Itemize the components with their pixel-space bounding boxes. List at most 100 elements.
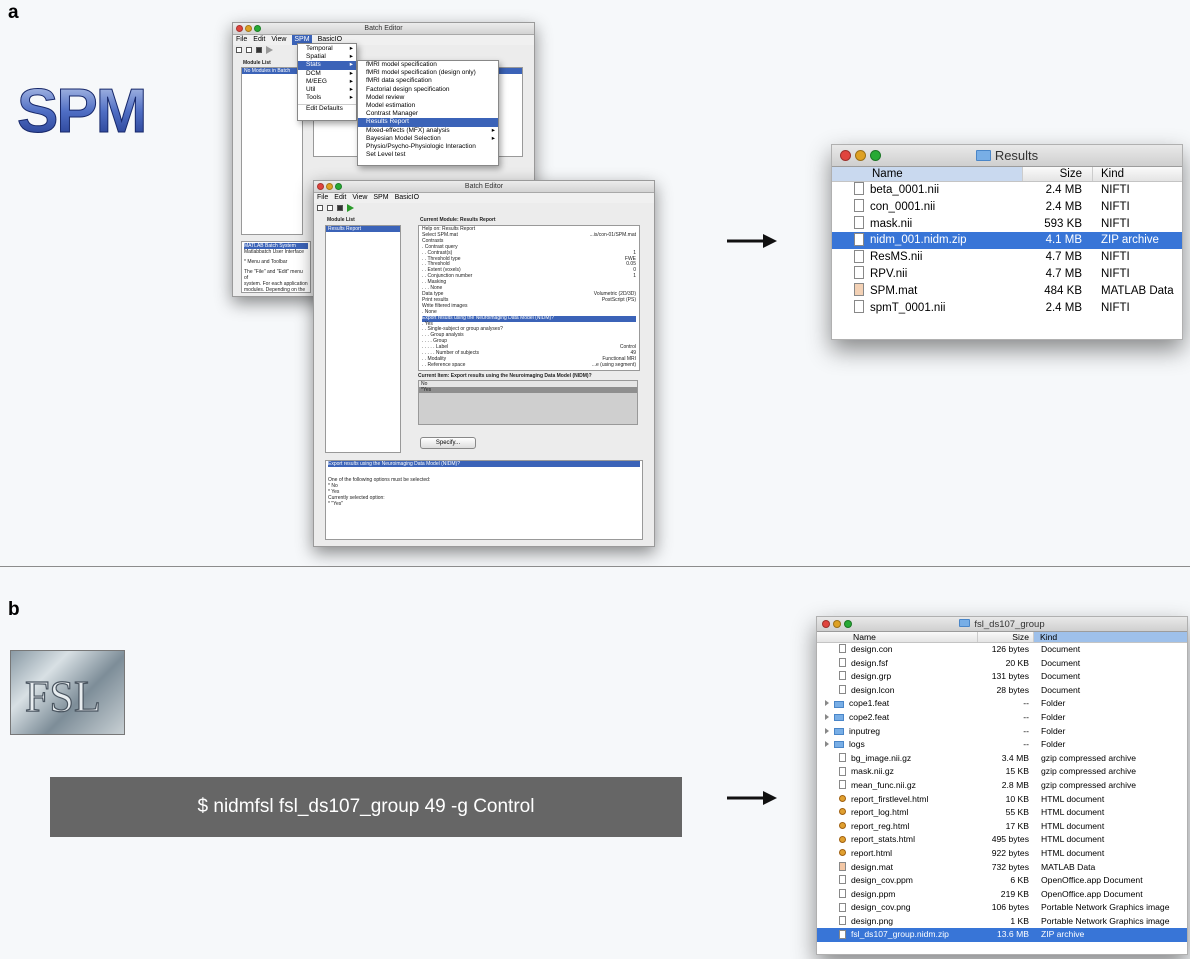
column-header-name[interactable]: Name bbox=[832, 167, 1022, 181]
matlab-file-icon bbox=[854, 283, 864, 297]
spm-menu-item[interactable]: M/EEG ▸ bbox=[298, 78, 356, 86]
minimize-icon[interactable] bbox=[855, 150, 866, 161]
file-row[interactable]: mask.nii.gz 15 KB gzip compressed archive bbox=[817, 765, 1187, 779]
zoom-icon[interactable] bbox=[254, 25, 261, 32]
file-row[interactable]: fsl_ds107_group.nidm.zip 13.6 MB ZIP archi… bbox=[817, 928, 1187, 943]
menu-edit[interactable]: Edit bbox=[253, 35, 265, 45]
folder-row[interactable]: inputreg -- Folder bbox=[817, 725, 1187, 739]
stats-menu-item[interactable]: fMRI model specification bbox=[358, 61, 498, 69]
stats-menu-item[interactable]: Contrast Manager bbox=[358, 110, 498, 118]
file-size: 15 KB bbox=[1005, 766, 1029, 777]
folder-row[interactable]: logs -- Folder bbox=[817, 738, 1187, 752]
spm-menu-item[interactable]: Temporal ▸ bbox=[298, 45, 356, 53]
column-header-kind[interactable]: Kind bbox=[1033, 632, 1187, 642]
file-row[interactable]: design_cov.png 106 bytes Portable Network … bbox=[817, 901, 1187, 915]
file-row[interactable]: design.mat 732 bytes MATLAB Data bbox=[817, 861, 1187, 875]
file-row[interactable]: design.png 1 KB Portable Network Graphics … bbox=[817, 915, 1187, 929]
option-item-selected[interactable]: *Yes bbox=[419, 387, 637, 393]
menu-basicio[interactable]: BasicIO bbox=[395, 193, 420, 203]
close-icon[interactable] bbox=[317, 183, 324, 190]
new-icon[interactable] bbox=[317, 205, 323, 211]
file-row[interactable]: design.ppm 219 KB OpenOffice.app Document bbox=[817, 888, 1187, 902]
menu-file[interactable]: File bbox=[317, 193, 328, 203]
file-row[interactable]: nidm_001.nidm.zip 4.1 MB ZIP archive bbox=[832, 232, 1182, 250]
file-row[interactable]: report.html 922 bytes HTML document bbox=[817, 847, 1187, 861]
stats-menu-item[interactable]: fMRI data specification bbox=[358, 77, 498, 85]
close-icon[interactable] bbox=[840, 150, 851, 161]
minimize-icon[interactable] bbox=[245, 25, 252, 32]
file-row[interactable]: mean_func.nii.gz 2.8 MB gzip compressed ar… bbox=[817, 779, 1187, 793]
file-row[interactable]: SPM.mat 484 KB MATLAB Data bbox=[832, 283, 1182, 300]
stats-menu-item[interactable]: Bayesian Model Selection ▸ bbox=[358, 135, 498, 143]
zoom-icon[interactable] bbox=[335, 183, 342, 190]
stats-menu-item[interactable]: Mixed-effects (MFX) analysis ▸ bbox=[358, 127, 498, 135]
file-row[interactable]: con_0001.nii 2.4 MB NIFTI bbox=[832, 199, 1182, 216]
spm-menu-item[interactable]: Spatial ▸ bbox=[298, 53, 356, 61]
spm-menu-item[interactable]: Edit Defaults bbox=[298, 104, 356, 113]
module-settings-list[interactable]: Help on: Results Report Select SPM.mat...… bbox=[418, 225, 640, 371]
save-icon[interactable] bbox=[256, 47, 262, 53]
open-icon[interactable] bbox=[246, 47, 252, 53]
menu-edit[interactable]: Edit bbox=[334, 193, 346, 203]
close-icon[interactable] bbox=[236, 25, 243, 32]
file-row[interactable]: RPV.nii 4.7 MB NIFTI bbox=[832, 266, 1182, 283]
module-list[interactable]: Results Report bbox=[325, 225, 401, 453]
stats-menu-item[interactable]: Model estimation bbox=[358, 102, 498, 110]
file-row[interactable]: design.lcon 28 bytes Document bbox=[817, 684, 1187, 698]
stats-menu-item-results-report[interactable]: Results Report bbox=[358, 118, 498, 127]
file-row[interactable]: report_reg.html 17 KB HTML document bbox=[817, 820, 1187, 834]
module-list-item[interactable]: No Modules in Batch bbox=[242, 68, 302, 74]
file-row[interactable]: design.con 126 bytes Document bbox=[817, 643, 1187, 657]
file-row[interactable]: mask.nii 593 KB NIFTI bbox=[832, 216, 1182, 233]
setting-row[interactable]: . . Reference space ...e (using segment) bbox=[422, 362, 636, 369]
zip-file-icon bbox=[854, 232, 864, 246]
spm-menu-item[interactable]: Util ▸ bbox=[298, 86, 356, 94]
spm-menu-item[interactable]: Tools ▸ bbox=[298, 94, 356, 102]
file-row[interactable]: design_cov.ppm 6 KB OpenOffice.app Documen… bbox=[817, 874, 1187, 888]
options-list[interactable]: No *Yes bbox=[418, 380, 638, 425]
spm-menu-item[interactable]: DCM ▸ bbox=[298, 70, 356, 78]
zoom-icon[interactable] bbox=[870, 150, 881, 161]
specify-button[interactable]: Specify... bbox=[420, 437, 476, 449]
file-row[interactable]: ResMS.nii 4.7 MB NIFTI bbox=[832, 249, 1182, 266]
column-header-kind[interactable]: Kind bbox=[1092, 167, 1182, 181]
zoom-icon[interactable] bbox=[844, 620, 852, 628]
disclosure-triangle-icon[interactable] bbox=[825, 727, 829, 734]
module-list[interactable]: No Modules in Batch bbox=[241, 67, 303, 235]
menu-view[interactable]: View bbox=[271, 35, 286, 45]
file-row[interactable]: bg_image.nii.gz 3.4 MB gzip compressed arc… bbox=[817, 752, 1187, 766]
file-row[interactable]: report_firstlevel.html 10 KB HTML document bbox=[817, 793, 1187, 807]
column-header-size[interactable]: Size bbox=[1022, 167, 1092, 181]
disclosure-triangle-icon[interactable] bbox=[825, 713, 829, 720]
stats-menu-item[interactable]: Factorial design specification bbox=[358, 86, 498, 94]
file-row[interactable]: report_log.html 55 KB HTML document bbox=[817, 806, 1187, 820]
file-row[interactable]: spmT_0001.nii 2.4 MB NIFTI bbox=[832, 300, 1182, 317]
column-header-size[interactable]: Size bbox=[977, 632, 1033, 642]
stats-menu-item[interactable]: Set Level test bbox=[358, 151, 498, 159]
minimize-icon[interactable] bbox=[833, 620, 841, 628]
save-icon[interactable] bbox=[337, 205, 343, 211]
disclosure-triangle-icon[interactable] bbox=[825, 700, 829, 707]
minimize-icon[interactable] bbox=[326, 183, 333, 190]
stats-menu-item[interactable]: fMRI model specification (design only) bbox=[358, 69, 498, 77]
menu-view[interactable]: View bbox=[352, 193, 367, 203]
spm-menu-item-stats[interactable]: Stats ▸ bbox=[298, 61, 356, 70]
folder-row[interactable]: cope2.feat -- Folder bbox=[817, 711, 1187, 725]
run-icon[interactable] bbox=[347, 204, 354, 212]
menu-spm[interactable]: SPM bbox=[373, 193, 388, 203]
disclosure-triangle-icon[interactable] bbox=[825, 741, 829, 748]
file-row[interactable]: beta_0001.nii 2.4 MB NIFTI bbox=[832, 182, 1182, 199]
stats-menu-item[interactable]: Model review bbox=[358, 94, 498, 102]
file-row[interactable]: design.grp 131 bytes Document bbox=[817, 670, 1187, 684]
menu-file[interactable]: File bbox=[236, 35, 247, 45]
stats-menu-item[interactable]: Physio/Psycho-Physiologic Interaction bbox=[358, 143, 498, 151]
file-row[interactable]: report_stats.html 495 bytes HTML document bbox=[817, 833, 1187, 847]
new-icon[interactable] bbox=[236, 47, 242, 53]
run-icon[interactable] bbox=[266, 46, 273, 54]
open-icon[interactable] bbox=[327, 205, 333, 211]
module-list-item[interactable]: Results Report bbox=[326, 226, 400, 232]
file-row[interactable]: design.fsf 20 KB Document bbox=[817, 657, 1187, 671]
column-header-name[interactable]: Name bbox=[817, 632, 977, 642]
close-icon[interactable] bbox=[822, 620, 830, 628]
folder-row[interactable]: cope1.feat -- Folder bbox=[817, 697, 1187, 711]
